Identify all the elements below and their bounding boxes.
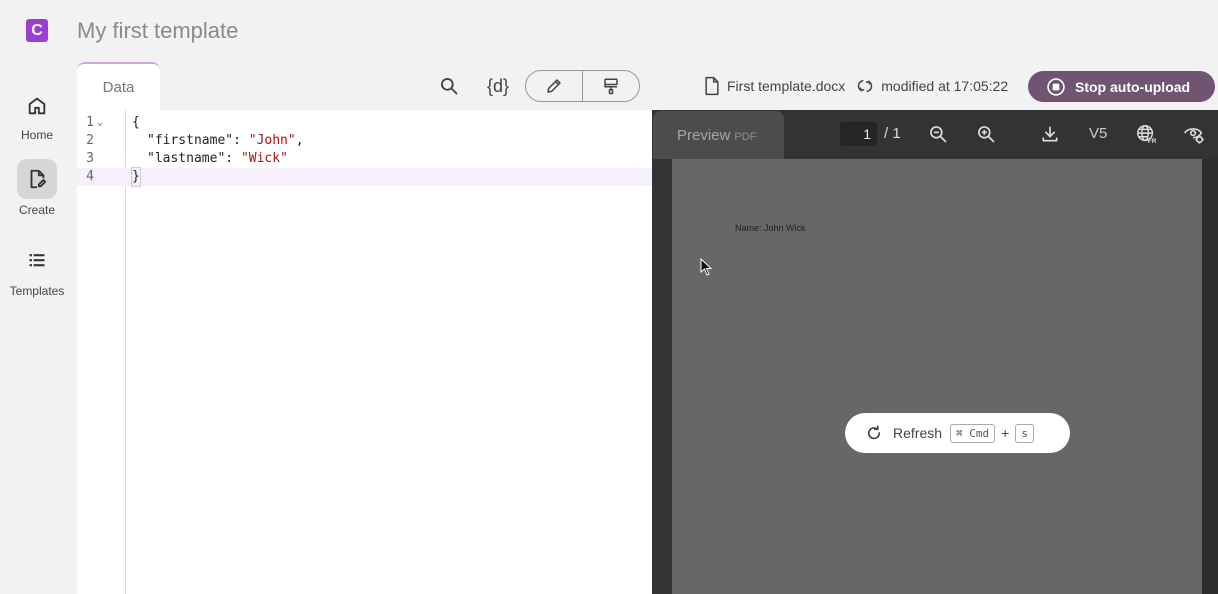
shortcut-s-key: s <box>1015 423 1034 443</box>
zoom-out-icon <box>930 126 947 143</box>
preview-format: PDF <box>734 131 757 143</box>
json-value: "John" <box>248 133 296 148</box>
shortcut-plus: + <box>1001 425 1010 441</box>
zoom-out-button[interactable] <box>926 122 950 146</box>
page-number-input[interactable]: 1 <box>840 122 877 146</box>
file-name[interactable]: First template.docx <box>727 78 845 94</box>
fold-chevron-icon[interactable]: ⌄ <box>97 114 103 132</box>
search-button[interactable] <box>437 74 461 98</box>
sync-icon <box>858 80 873 92</box>
style-mode-button[interactable] <box>583 71 639 101</box>
format-json-button[interactable]: {d} <box>481 74 515 98</box>
app-logo: C <box>26 19 48 42</box>
preview-tab-label: Preview <box>677 127 731 144</box>
download-icon <box>1042 126 1058 142</box>
pencil-icon <box>547 79 561 93</box>
modified-time: modified at 17:05:22 <box>881 78 1009 94</box>
pdf-page: Name: John Wick Refresh ⌘ Cmd + s <box>672 159 1202 594</box>
page-total: / 1 <box>884 125 901 142</box>
mode-toggle <box>525 70 640 102</box>
sidebar-item-home[interactable]: Home <box>0 86 74 142</box>
tab-data[interactable]: Data <box>77 62 160 111</box>
line-number: 4 <box>86 169 94 184</box>
language-button[interactable]: FR <box>1134 122 1158 146</box>
line-number: 3 <box>86 151 94 166</box>
preview-settings-button[interactable] <box>1182 122 1206 146</box>
page-title[interactable]: My first template <box>77 18 238 44</box>
version-selector[interactable]: V5 <box>1089 125 1107 142</box>
app-window: C My first template Home Create Template… <box>0 0 1218 594</box>
paint-roller-icon <box>604 78 618 95</box>
sidebar-item-templates[interactable]: Templates <box>0 240 74 298</box>
json-editor[interactable]: 1 ⌄ { 2 "firstname": "John", 3 "lastname… <box>77 110 652 594</box>
code-line[interactable]: 2 "firstname": "John", <box>77 132 652 150</box>
refresh-button[interactable]: Refresh ⌘ Cmd + s <box>845 413 1070 453</box>
home-icon <box>17 86 57 126</box>
mouse-cursor-icon <box>700 258 712 276</box>
eye-settings-icon <box>1184 128 1204 144</box>
code-text: } <box>131 167 141 187</box>
pdf-content-text: Name: John Wick <box>735 223 806 233</box>
stop-icon <box>1047 77 1065 96</box>
sidebar-item-create[interactable]: Create <box>0 159 74 217</box>
document-icon <box>705 76 719 96</box>
code-text: { <box>132 115 140 130</box>
line-number: 2 <box>86 133 94 148</box>
zoom-in-icon <box>978 126 995 143</box>
code-line[interactable]: 3 "lastname": "Wick" <box>77 150 652 168</box>
refresh-icon <box>867 425 881 440</box>
globe-language-icon: FR <box>1137 125 1157 145</box>
download-button[interactable] <box>1038 122 1062 146</box>
stop-auto-upload-button[interactable]: Stop auto-upload <box>1028 71 1215 102</box>
stop-auto-upload-label: Stop auto-upload <box>1075 78 1191 95</box>
line-number: 1 <box>86 115 94 130</box>
code-line[interactable]: 1 ⌄ { <box>77 114 652 132</box>
json-key: "lastname" <box>147 151 226 166</box>
list-icon <box>17 240 57 280</box>
create-icon <box>17 159 57 199</box>
code-line-active[interactable]: 4 } <box>77 167 652 187</box>
json-value: "Wick" <box>240 151 288 166</box>
sidebar-item-label: Create <box>18 203 56 217</box>
tab-preview[interactable]: Preview PDF <box>653 111 784 159</box>
refresh-label: Refresh <box>893 425 943 441</box>
svg-text:FR: FR <box>1148 138 1157 145</box>
json-key: "firstname" <box>147 133 234 148</box>
file-status: First template.docx modified at 17:05:22 <box>703 76 1008 96</box>
shortcut-cmd-key: ⌘ Cmd <box>950 423 996 443</box>
zoom-in-button[interactable] <box>974 122 998 146</box>
sidebar-item-label: Home <box>20 128 53 142</box>
sidebar-item-label: Templates <box>9 284 65 298</box>
search-icon <box>441 78 458 95</box>
preview-panel: Preview PDF 1 / 1 V5 FR Name: John Wick R… <box>652 110 1218 594</box>
edit-mode-button[interactable] <box>526 71 583 101</box>
preview-scrollbar[interactable] <box>1202 159 1218 594</box>
